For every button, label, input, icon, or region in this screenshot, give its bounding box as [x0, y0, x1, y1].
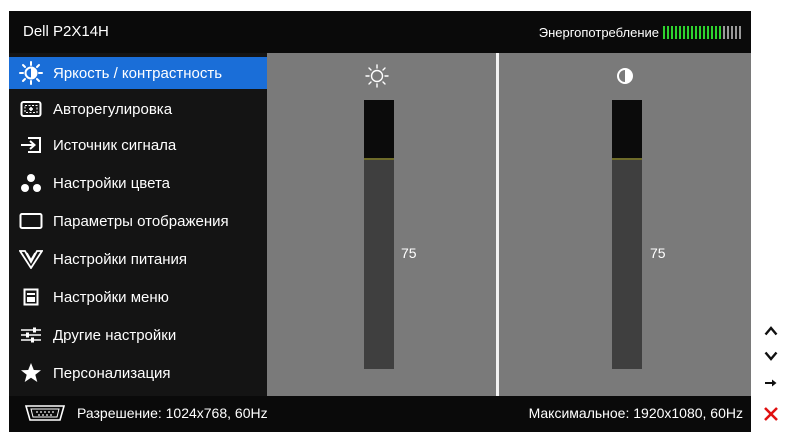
power-meter-tick: [727, 26, 729, 39]
menu-item-personalize[interactable]: Персонализация: [9, 357, 267, 389]
model-name: Dell P2X14H: [23, 23, 109, 40]
menu-settings-icon: [17, 285, 45, 309]
close-icon[interactable]: [760, 403, 782, 425]
contrast-value: 75: [650, 245, 666, 261]
menu-item-auto-adjust[interactable]: Авторегулировка: [9, 93, 267, 125]
resolution-info: Разрешение: 1024x768, 60Hz: [23, 404, 268, 422]
display-connector-icon: [23, 404, 67, 422]
current-resolution: Разрешение: 1024x768, 60Hz: [77, 405, 268, 421]
contrast-icon: [610, 63, 640, 89]
power-settings-icon: [17, 247, 45, 271]
chevron-up-icon[interactable]: [760, 320, 782, 342]
main-menu: Яркость / контрастность Авторегулировка: [9, 57, 267, 387]
brightness-slider-remaining: [364, 100, 394, 158]
power-meter-tick: [739, 26, 741, 39]
power-meter: [663, 26, 743, 39]
menu-item-display-settings[interactable]: Параметры отображения: [9, 205, 267, 237]
menu-item-label: Настройки меню: [53, 288, 169, 306]
power-meter-tick: [667, 26, 669, 39]
power-meter-tick: [731, 26, 733, 39]
brightness-slider-thumb: [364, 158, 394, 160]
power-meter-tick: [687, 26, 689, 39]
power-meter-tick: [715, 26, 717, 39]
menu-item-menu-settings[interactable]: Настройки меню: [9, 281, 267, 313]
contrast-slider[interactable]: [612, 100, 642, 369]
auto-adjust-icon: [17, 97, 45, 121]
menu-item-power-settings[interactable]: Настройки питания: [9, 243, 267, 275]
star-icon: [17, 361, 45, 385]
display-settings-icon: [17, 209, 45, 233]
brightness-slider[interactable]: [364, 100, 394, 369]
menu-item-label: Авторегулировка: [53, 100, 173, 118]
brightness-panel: 75: [267, 53, 496, 396]
power-meter-tick: [691, 26, 693, 39]
power-meter-tick: [695, 26, 697, 39]
menu-item-brightness-contrast[interactable]: Яркость / контрастность: [9, 57, 267, 89]
power-meter-tick: [711, 26, 713, 39]
power-meter-tick: [671, 26, 673, 39]
menu-item-label: Параметры отображения: [53, 212, 229, 230]
menu-item-label: Персонализация: [53, 364, 171, 382]
power-meter-tick: [735, 26, 737, 39]
menu-item-label: Другие настройки: [53, 326, 177, 344]
osd-menu: Dell P2X14H Энергопотребление Яркость / …: [9, 11, 751, 432]
chevron-down-icon[interactable]: [760, 345, 782, 367]
power-meter-tick: [723, 26, 725, 39]
power-meter-tick: [703, 26, 705, 39]
menu-item-input-source[interactable]: Источник сигнала: [9, 129, 267, 161]
menu-item-label: Яркость / контрастность: [53, 64, 223, 82]
arrow-right-icon[interactable]: [760, 372, 782, 394]
power-meter-tick: [683, 26, 685, 39]
menu-item-other-settings[interactable]: Другие настройки: [9, 319, 267, 351]
sun-icon: [362, 63, 392, 89]
menu-item-color-settings[interactable]: Настройки цвета: [9, 167, 267, 199]
osd-footer: Разрешение: 1024x768, 60Hz Максимальное:…: [9, 396, 751, 432]
menu-item-label: Настройки питания: [53, 250, 188, 268]
power-meter-tick: [679, 26, 681, 39]
brightness-value: 75: [401, 245, 417, 261]
power-meter-tick: [699, 26, 701, 39]
max-resolution: Максимальное: 1920x1080, 60Hz: [528, 405, 743, 421]
contrast-slider-thumb: [612, 158, 642, 160]
input-source-icon: [17, 133, 45, 157]
power-meter-tick: [707, 26, 709, 39]
contrast-slider-remaining: [612, 100, 642, 158]
other-settings-icon: [17, 323, 45, 347]
menu-item-label: Настройки цвета: [53, 174, 170, 192]
power-consumption: Энергопотребление: [539, 25, 743, 40]
color-settings-icon: [17, 171, 45, 195]
osd-header: Dell P2X14H Энергопотребление: [9, 11, 751, 53]
power-label: Энергопотребление: [538, 25, 659, 40]
power-meter-tick: [663, 26, 665, 39]
menu-item-label: Источник сигнала: [53, 136, 177, 154]
power-meter-tick: [675, 26, 677, 39]
brightness-contrast-icon: [17, 61, 45, 85]
contrast-panel: 75: [499, 53, 751, 396]
power-meter-tick: [719, 26, 721, 39]
